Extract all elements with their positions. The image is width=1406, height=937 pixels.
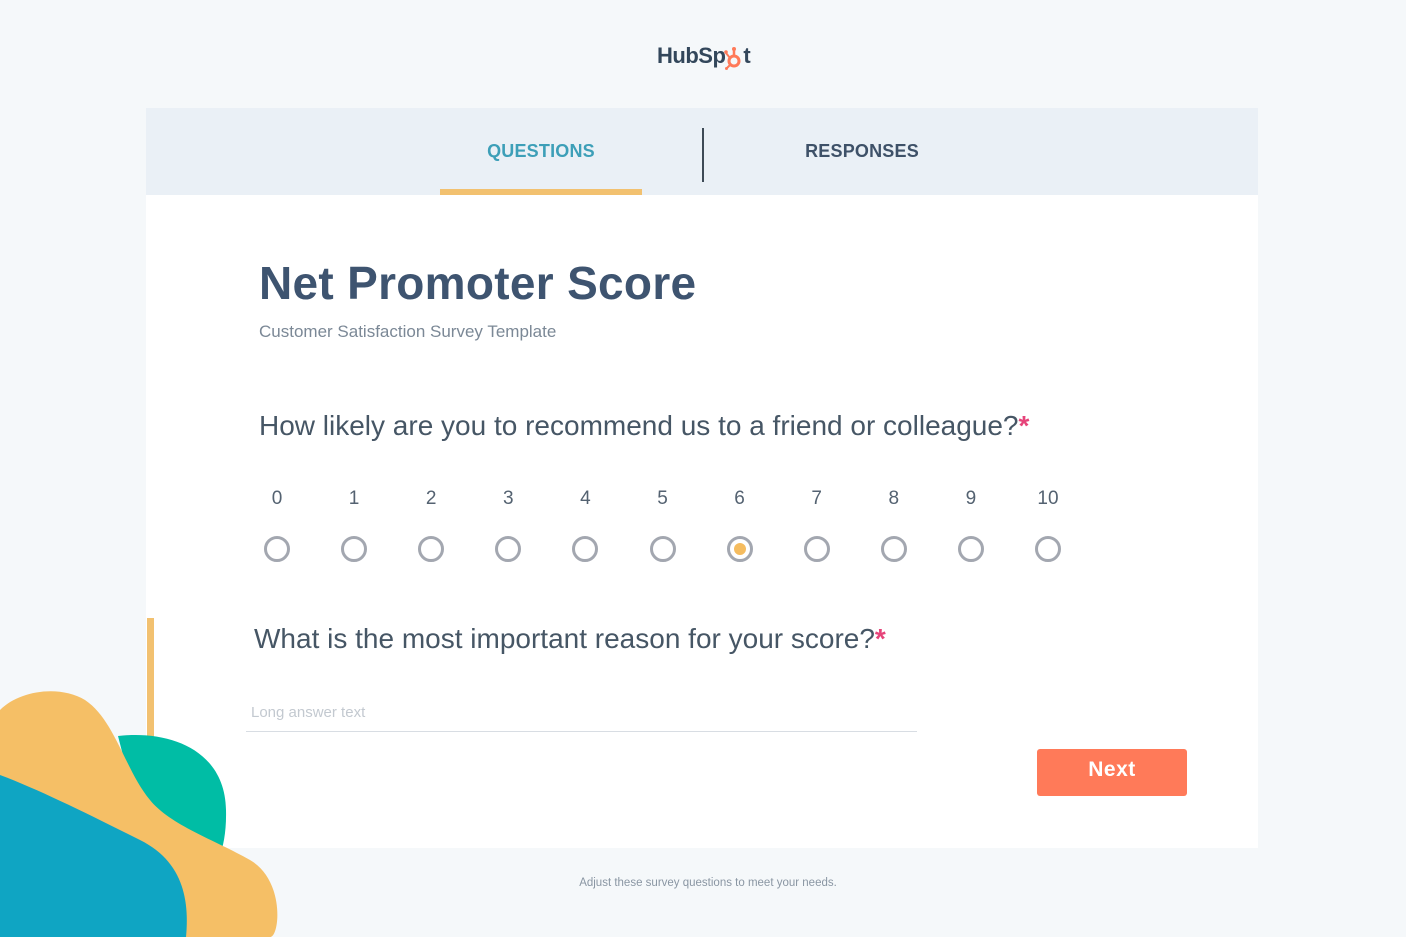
survey-subtitle: Customer Satisfaction Survey Template: [259, 322, 557, 341]
radio-button[interactable]: [264, 536, 290, 562]
scale-option-2[interactable]: 2: [411, 486, 451, 562]
scale-option-5[interactable]: 5: [643, 486, 683, 562]
scale-option-label: 9: [965, 488, 977, 509]
survey-title: Net Promoter Score: [259, 257, 697, 309]
survey-page: HubSp t QUESTIONS RESPONSES Net Promoter…: [0, 0, 1406, 937]
scale-option-label: 8: [888, 488, 900, 509]
tab-responses[interactable]: RESPONSES: [702, 108, 1022, 195]
question-1-text: How likely are you to recommend us to a …: [259, 410, 1019, 441]
logo-text: HubSp: [657, 43, 726, 68]
scale-option-label: 4: [580, 488, 591, 509]
tab-questions[interactable]: QUESTIONS: [440, 108, 642, 195]
scale-option-6[interactable]: 6: [720, 486, 760, 562]
scale-option-7[interactable]: 7: [797, 486, 837, 562]
scale-option-label: 2: [425, 488, 437, 509]
scale-option-8[interactable]: 8: [874, 486, 914, 562]
sprocket-icon: [724, 46, 744, 70]
radio-button[interactable]: [1035, 536, 1061, 562]
scale-option-label: 3: [503, 488, 514, 509]
long-answer-input[interactable]: [246, 694, 917, 732]
radio-selected-dot: [733, 543, 746, 555]
survey-card: QUESTIONS RESPONSES Net Promoter Score C…: [146, 108, 1258, 848]
radio-button[interactable]: [572, 536, 599, 562]
question-1: How likely are you to recommend us to a …: [259, 410, 1029, 442]
radio-button[interactable]: [880, 536, 907, 562]
logo-text-end: t: [743, 43, 751, 68]
scale-option-3[interactable]: 3: [488, 486, 528, 562]
scale-option-10[interactable]: 10: [1028, 486, 1068, 562]
radio-button[interactable]: [803, 536, 830, 562]
radio-button[interactable]: [726, 536, 753, 562]
next-button[interactable]: Next: [1037, 749, 1187, 796]
scale-option-label: 10: [1037, 488, 1059, 509]
scale-option-label: 1: [348, 488, 360, 509]
scale-option-0[interactable]: 0: [257, 486, 297, 562]
decorative-blobs: [0, 691, 278, 937]
radio-button[interactable]: [341, 536, 368, 562]
active-tab-indicator: [440, 189, 642, 195]
scale-option-9[interactable]: 9: [951, 486, 991, 562]
required-marker: *: [1018, 410, 1030, 441]
required-marker: *: [874, 623, 886, 654]
scale-option-label: 6: [734, 488, 745, 509]
hubspot-logo[interactable]: HubSp t: [657, 40, 751, 72]
scale-option-4[interactable]: 4: [565, 486, 605, 562]
radio-button[interactable]: [957, 536, 984, 562]
scale-option-label: 7: [811, 488, 822, 509]
nps-scale: 0 1 2 3 4 5 6 7 8 9 10: [146, 486, 1258, 576]
question-2-text: What is the most important reason for yo…: [254, 623, 875, 654]
radio-button[interactable]: [418, 536, 445, 562]
scale-option-label: 5: [657, 488, 668, 509]
question-2: What is the most important reason for yo…: [254, 623, 886, 655]
scale-option-1[interactable]: 1: [334, 486, 374, 562]
scale-option-label: 0: [271, 488, 283, 509]
tab-bar: QUESTIONS RESPONSES: [146, 108, 1258, 195]
radio-button[interactable]: [649, 536, 676, 562]
radio-button[interactable]: [495, 536, 522, 562]
